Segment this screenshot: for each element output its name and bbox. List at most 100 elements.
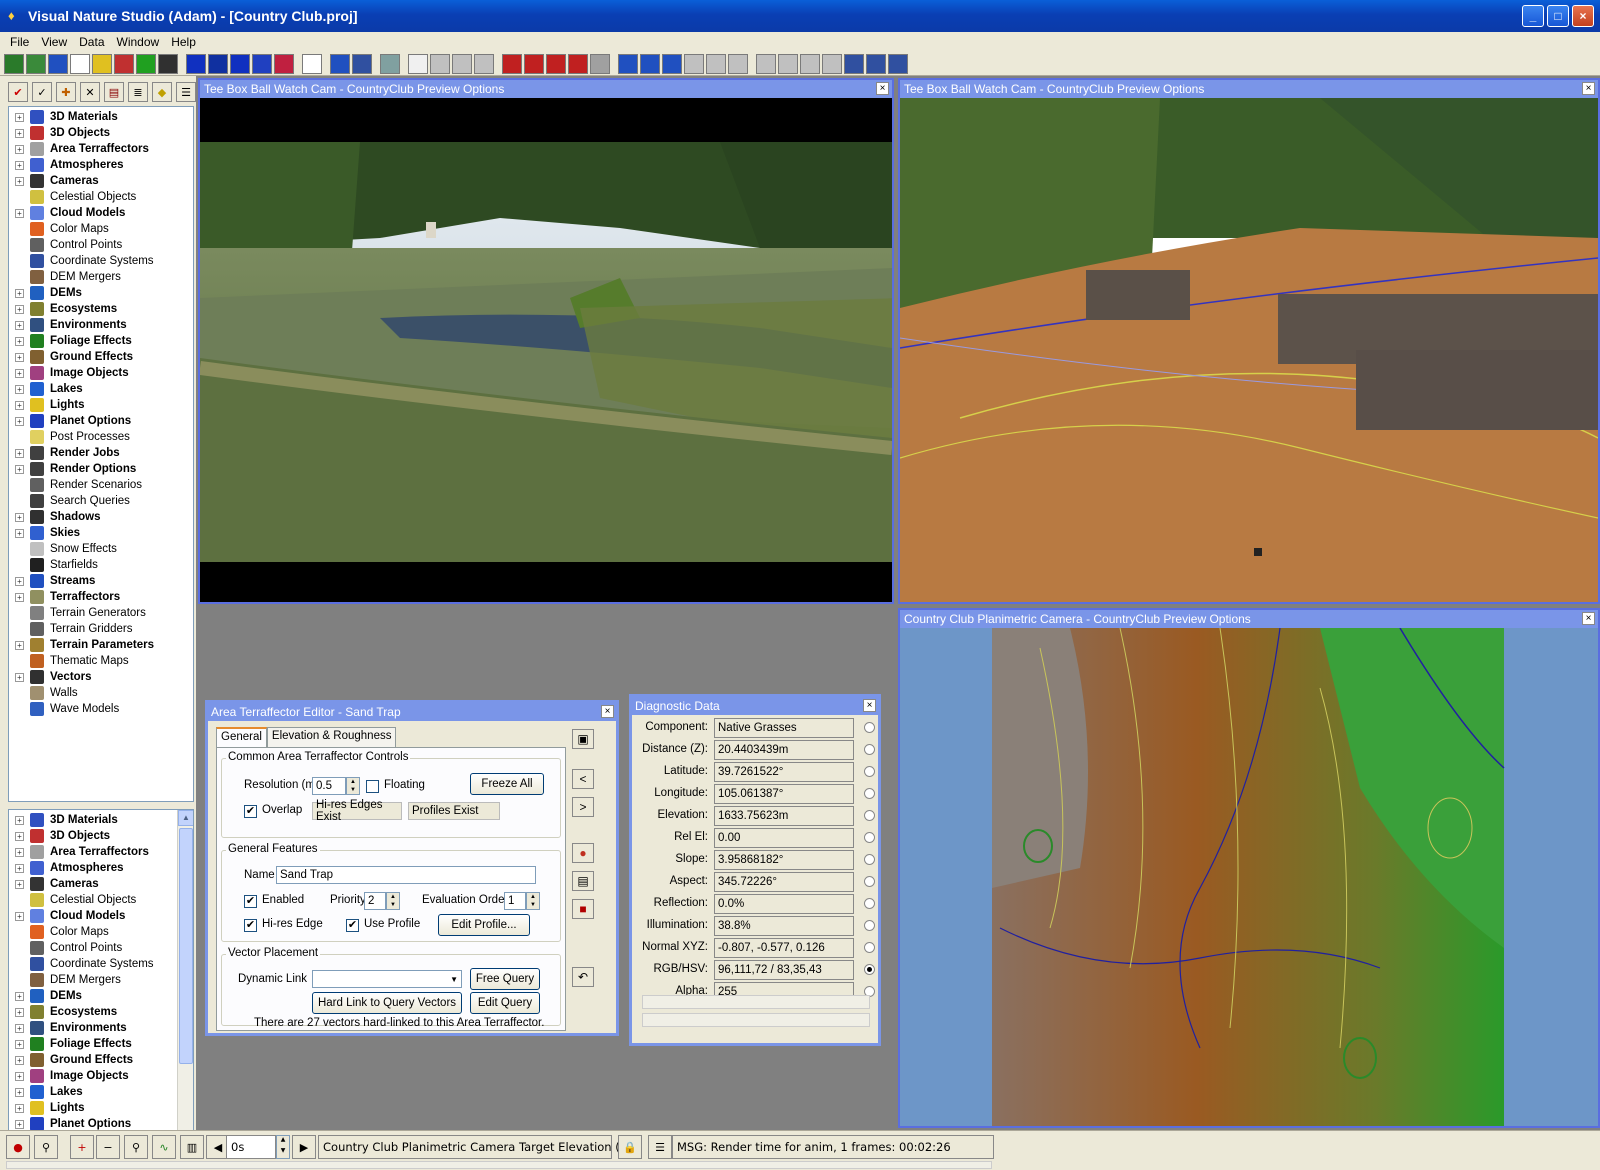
time-input[interactable]: 0s xyxy=(226,1135,276,1159)
properties-icon[interactable]: ☰ xyxy=(176,82,196,102)
toolbar-tool-icon[interactable] xyxy=(474,53,494,74)
freeze-all-button[interactable]: Freeze All xyxy=(470,773,544,795)
toolbar-tool-icon[interactable] xyxy=(380,53,400,74)
toolbar-tool-icon[interactable] xyxy=(330,53,350,74)
palette-icon[interactable]: ◆ xyxy=(152,82,172,102)
expand-icon[interactable]: + xyxy=(15,1007,24,1017)
tree-item[interactable]: Snow Effects xyxy=(9,541,117,557)
diagnostic-radio[interactable] xyxy=(864,722,875,733)
tree-item[interactable]: Walls xyxy=(9,685,78,701)
expand-icon[interactable]: + xyxy=(15,1023,24,1033)
tree-item[interactable]: Terrain Gridders xyxy=(9,621,132,637)
expand-icon[interactable]: + xyxy=(15,1055,24,1065)
tree-item[interactable]: + DEMs xyxy=(9,988,82,1004)
wireframe-canvas[interactable] xyxy=(900,98,1598,602)
open-icon[interactable]: ▤ xyxy=(572,871,594,891)
component-tree[interactable]: +3D Materials +3D Objects + Area Terraffect… xyxy=(8,106,194,802)
toolbar-tool-icon[interactable] xyxy=(590,53,610,74)
tree-item[interactable]: Control Points xyxy=(9,940,122,956)
tree-item[interactable]: Post Processes xyxy=(9,429,130,445)
tab-general[interactable]: General xyxy=(216,727,267,749)
tree-item[interactable]: + Environments xyxy=(9,317,127,333)
timeline-scrollbar[interactable] xyxy=(6,1161,992,1169)
expand-icon[interactable]: + xyxy=(15,1087,24,1097)
dialog-close-icon[interactable]: × xyxy=(863,699,876,712)
expand-icon[interactable]: + xyxy=(15,863,24,873)
tree-item[interactable]: + Streams xyxy=(9,573,95,589)
expand-icon[interactable]: + xyxy=(15,352,24,362)
expand-icon[interactable]: + xyxy=(15,576,24,586)
tree-item[interactable]: + Ground Effects xyxy=(9,1052,133,1068)
tree-item[interactable]: + Area Terraffectors xyxy=(9,844,149,860)
tree-item[interactable]: + Cloud Models xyxy=(9,205,125,221)
evaluation-order-spinner[interactable]: ▲ ▼ xyxy=(526,892,540,910)
tree-item[interactable]: +3D Materials xyxy=(9,812,118,828)
tree-item[interactable]: + Cameras xyxy=(9,876,99,892)
toolbar-tool-icon[interactable] xyxy=(568,53,588,74)
tree-item[interactable]: Search Queries xyxy=(9,493,130,509)
resolution-spinner[interactable]: ▲ ▼ xyxy=(346,777,360,795)
menu-data[interactable]: Data xyxy=(73,35,110,49)
use-profile-checkbox[interactable]: ✔ xyxy=(346,919,359,932)
tree-item[interactable]: + Render Options xyxy=(9,461,136,477)
toolbar-tool-icon[interactable] xyxy=(208,53,228,74)
tree-item[interactable]: + Atmospheres xyxy=(9,157,124,173)
menu-file[interactable]: File xyxy=(4,35,35,49)
tree-item[interactable]: + Atmospheres xyxy=(9,860,124,876)
tree-item[interactable]: +3D Objects xyxy=(9,828,110,844)
tree-item[interactable]: Color Maps xyxy=(9,924,109,940)
expand-icon[interactable]: + xyxy=(15,911,24,921)
toolbar-tool-icon[interactable] xyxy=(888,53,908,74)
tree-item[interactable]: + Skies xyxy=(9,525,80,541)
timeline-icon[interactable]: ▥ xyxy=(180,1135,204,1159)
diagnostic-radio[interactable] xyxy=(864,832,875,843)
render-icon[interactable]: ● xyxy=(6,1135,30,1159)
edit-component-icon[interactable]: ▤ xyxy=(104,82,124,102)
maximize-button[interactable]: □ xyxy=(1547,5,1569,27)
tree-item[interactable]: + Lakes xyxy=(9,381,83,397)
toolbar-tool-icon[interactable] xyxy=(352,53,372,74)
toolbar-tool-icon[interactable] xyxy=(546,53,566,74)
tree-item[interactable]: +3D Materials xyxy=(9,109,118,125)
tree-item[interactable]: DEM Mergers xyxy=(9,269,121,285)
expand-icon[interactable]: + xyxy=(15,1071,24,1081)
expand-icon[interactable]: + xyxy=(15,112,24,122)
expand-icon[interactable]: + xyxy=(15,416,24,426)
toolbar-tool-icon[interactable] xyxy=(640,53,660,74)
tree-item[interactable]: + Image Objects xyxy=(9,1068,129,1084)
color-icon[interactable]: ● xyxy=(572,843,594,863)
tree-item[interactable]: + Ground Effects xyxy=(9,349,133,365)
view-close-icon[interactable]: × xyxy=(1582,612,1595,625)
tree-item[interactable]: + Planet Options xyxy=(9,413,131,429)
expand-icon[interactable]: + xyxy=(15,320,24,330)
expand-icon[interactable]: + xyxy=(15,160,24,170)
toolbar-tool-icon[interactable] xyxy=(92,53,112,74)
tree-item[interactable]: Render Scenarios xyxy=(9,477,142,493)
expand-icon[interactable]: + xyxy=(15,400,24,410)
tree-item[interactable]: Celestial Objects xyxy=(9,892,136,908)
tree-item[interactable]: Starfields xyxy=(9,557,98,573)
keyframe-icon[interactable]: ⚲ xyxy=(124,1135,148,1159)
add-component-icon[interactable]: ✚ xyxy=(56,82,76,102)
tree-item[interactable]: + Cameras xyxy=(9,173,99,189)
edit-profile-button[interactable]: Edit Profile... xyxy=(438,914,530,936)
prev-icon[interactable]: < xyxy=(572,769,594,789)
priority-input[interactable]: 2 xyxy=(364,892,386,910)
tree-item[interactable]: Celestial Objects xyxy=(9,189,136,205)
preview-view-planimetric[interactable]: Country Club Planimetric Camera - Countr… xyxy=(898,608,1600,1128)
expand-icon[interactable]: + xyxy=(15,815,24,825)
expand-icon[interactable]: + xyxy=(15,512,24,522)
minimize-button[interactable]: _ xyxy=(1522,5,1544,27)
toolbar-tool-icon[interactable] xyxy=(800,53,820,74)
toolbar-tool-icon[interactable] xyxy=(684,53,704,74)
tree-item[interactable]: Coordinate Systems xyxy=(9,253,154,269)
expand-icon[interactable]: + xyxy=(15,144,24,154)
tree-item[interactable]: +3D Objects xyxy=(9,125,110,141)
toolbar-tool-icon[interactable] xyxy=(408,53,428,74)
tree-item[interactable]: Thematic Maps xyxy=(9,653,129,669)
expand-icon[interactable]: + xyxy=(15,1119,24,1129)
expand-icon[interactable]: + xyxy=(15,672,24,682)
toolbar-tool-icon[interactable] xyxy=(706,53,726,74)
tree-item[interactable]: + Foliage Effects xyxy=(9,1036,132,1052)
delete-component-icon[interactable]: ✕ xyxy=(80,82,100,102)
